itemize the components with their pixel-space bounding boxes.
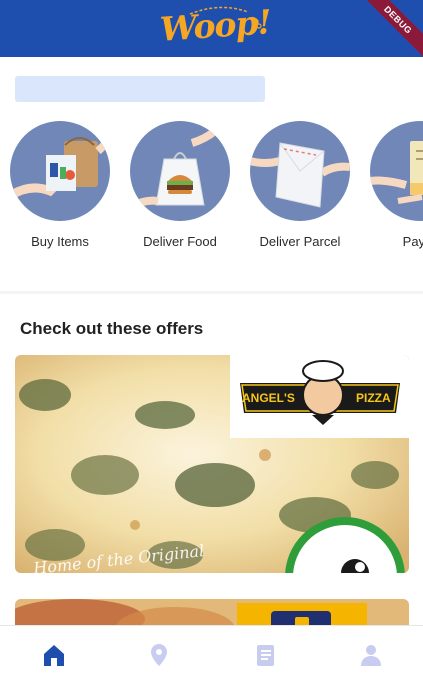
offers-title: Check out these offers bbox=[20, 319, 204, 338]
location-pin-icon bbox=[151, 644, 167, 666]
nav-profile-button[interactable] bbox=[358, 642, 384, 668]
payment-icon bbox=[370, 121, 423, 221]
offer-photo bbox=[15, 599, 409, 625]
home-content[interactable]: Buy Items Deliver Food Deliver Parcel Pa… bbox=[0, 57, 423, 625]
app-bar: Woop! DEBUG bbox=[0, 0, 423, 57]
nav-location-button[interactable] bbox=[146, 642, 172, 668]
offer-banner-angels-pizza[interactable]: ANGEL'S PIZZA Home of the Original bbox=[15, 355, 409, 573]
woop-logo: Woop! bbox=[159, 2, 272, 54]
burger-bag-icon bbox=[130, 121, 230, 221]
service-deliver-food[interactable]: Deliver Food bbox=[125, 121, 235, 249]
brand-left-text: ANGEL'S bbox=[242, 391, 295, 405]
parcel-icon bbox=[250, 121, 350, 221]
service-buy-items[interactable]: Buy Items bbox=[5, 121, 115, 249]
bottom-navigation bbox=[0, 625, 423, 681]
search-bar-placeholder[interactable] bbox=[15, 76, 265, 102]
logo-swoosh-icon bbox=[189, 6, 262, 29]
person-icon bbox=[361, 645, 381, 666]
brand-right-text: PIZZA bbox=[356, 391, 391, 405]
home-icon bbox=[44, 645, 64, 666]
angels-pizza-logo: ANGEL'S PIZZA bbox=[230, 355, 409, 438]
offer-banner-2[interactable] bbox=[15, 599, 409, 625]
service-label: Deliver Parcel bbox=[259, 234, 341, 249]
services-section: Buy Items Deliver Food Deliver Parcel Pa… bbox=[0, 57, 423, 291]
shopping-bag-icon bbox=[10, 121, 110, 221]
service-label: Buy Items bbox=[31, 234, 89, 249]
debug-banner: DEBUG bbox=[353, 0, 423, 57]
book-icon bbox=[257, 645, 274, 666]
nav-home-button[interactable] bbox=[41, 642, 67, 668]
offers-section: Check out these offers ANGEL'S PIZZA Hom… bbox=[0, 294, 423, 625]
service-label: Pay B bbox=[402, 234, 423, 249]
nav-orders-button[interactable] bbox=[252, 642, 278, 668]
service-pay-bills[interactable]: Pay B bbox=[365, 121, 423, 249]
service-deliver-parcel[interactable]: Deliver Parcel bbox=[245, 121, 355, 249]
service-label: Deliver Food bbox=[143, 234, 217, 249]
